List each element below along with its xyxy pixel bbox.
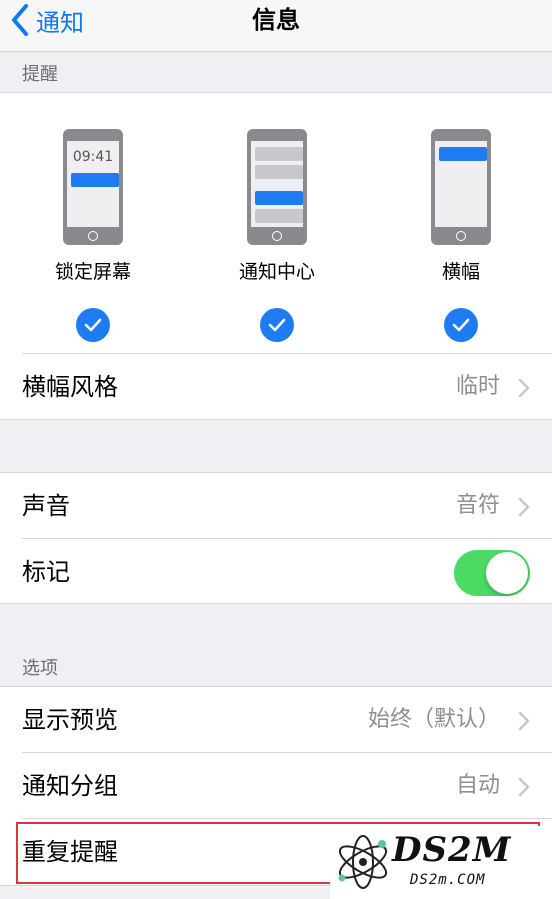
chevron-right-icon	[518, 711, 530, 731]
chevron-right-icon	[518, 777, 530, 797]
sounds-value: 音符	[455, 493, 500, 518]
watermark-logo: DS2M DS2m.COM	[330, 826, 552, 899]
alert-option-banners[interactable]: 横幅	[396, 129, 526, 342]
watermark-brand: DS2M	[392, 830, 512, 870]
banner-style-row[interactable]: 横幅风格 临时	[0, 354, 552, 420]
lock-screen-time: 09:41	[72, 149, 114, 165]
phone-lock-screen-icon: 09:41	[63, 129, 123, 245]
alert-option-notification-center[interactable]: 通知中心	[212, 129, 342, 342]
alert-option-lock-screen[interactable]: 09:41 锁定屏幕	[28, 129, 158, 342]
badges-label: 标记	[22, 558, 70, 586]
banner-style-value: 临时	[455, 374, 500, 399]
alert-label-lock-screen: 锁定屏幕	[54, 261, 131, 283]
sounds-badges-group: 声音 音符 标记	[0, 472, 552, 604]
alerts-group: 09:41 锁定屏幕 通知中心 横幅 横幅风格 临时	[0, 92, 552, 420]
phone-banners-icon	[431, 129, 491, 245]
show-previews-value: 始终（默认）	[367, 707, 500, 732]
toggle-knob	[486, 552, 528, 594]
checkmark-icon[interactable]	[260, 308, 294, 342]
notification-grouping-row[interactable]: 通知分组 自动	[0, 753, 552, 819]
show-previews-label: 显示预览	[22, 706, 118, 734]
notification-grouping-label: 通知分组	[22, 772, 118, 800]
checkmark-icon[interactable]	[76, 308, 110, 342]
alerts-section-header: 提醒	[22, 64, 58, 85]
navigation-bar: 通知 信息	[0, 0, 552, 52]
chevron-right-icon	[518, 378, 530, 398]
phone-notification-center-icon	[247, 129, 307, 245]
banner-style-label: 横幅风格	[22, 373, 118, 401]
sounds-label: 声音	[22, 492, 70, 520]
sounds-row[interactable]: 声音 音符	[0, 473, 552, 539]
show-previews-row[interactable]: 显示预览 始终（默认）	[0, 687, 552, 753]
alert-styles: 09:41 锁定屏幕 通知中心 横幅	[0, 93, 552, 353]
notification-grouping-value: 自动	[455, 773, 500, 798]
chevron-right-icon	[518, 497, 530, 517]
page-title: 信息	[252, 6, 300, 34]
watermark-site: DS2m.COM	[410, 872, 486, 888]
options-section-header: 选项	[22, 658, 58, 679]
badges-row: 标记	[0, 539, 552, 605]
alert-label-notification-center: 通知中心	[238, 261, 315, 283]
alert-label-banners: 横幅	[441, 261, 480, 283]
badges-toggle[interactable]	[454, 550, 530, 596]
checkmark-icon[interactable]	[444, 308, 478, 342]
atom-logo-icon	[338, 835, 388, 889]
